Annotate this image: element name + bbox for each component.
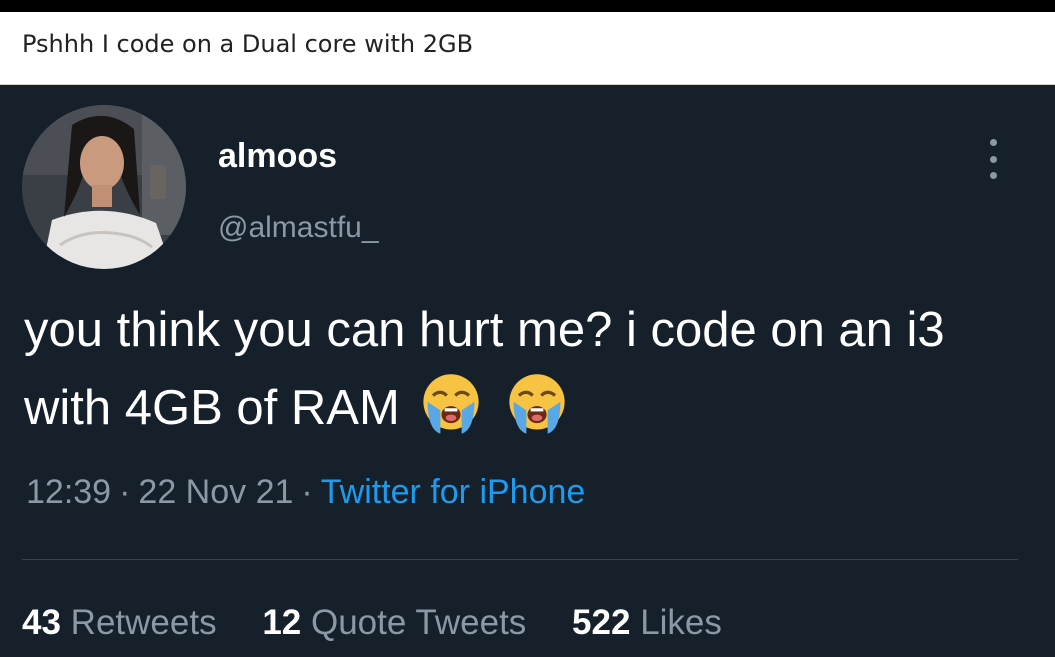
retweets-stat[interactable]: 43 Retweets <box>22 603 226 642</box>
likes-label: Likes <box>640 603 722 642</box>
likes-stat[interactable]: 522 Likes <box>572 603 722 642</box>
caption-text: Pshhh I code on a Dual core with 2GB <box>22 30 474 58</box>
quote-tweets-count: 12 <box>262 603 302 642</box>
loudly-crying-face-icon <box>423 374 480 434</box>
retweets-label: Retweets <box>70 603 217 642</box>
more-dot-icon <box>989 155 997 163</box>
divider <box>22 559 1018 560</box>
tweet-card[interactable]: almoos @almastfu_ you think you can hurt… <box>0 85 1055 657</box>
top-bar <box>0 0 1055 12</box>
retweets-count: 43 <box>22 603 61 642</box>
loudly-crying-face-icon <box>509 374 565 434</box>
meta-separator: · <box>119 473 131 511</box>
user-handle[interactable]: @almastfu_ <box>218 211 379 245</box>
tweet-stats: 43 Retweets 12 Quote Tweets 522 Likes <box>22 603 758 643</box>
tweet-source-link[interactable]: Twitter for iPhone <box>321 473 586 511</box>
more-dot-icon <box>989 139 997 146</box>
meta-separator: · <box>301 473 313 511</box>
display-name[interactable]: almoos <box>218 137 337 176</box>
tweet-text: you think you can hurt me? i code on an … <box>24 291 1034 447</box>
likes-count: 522 <box>572 603 631 642</box>
quote-tweets-stat[interactable]: 12 Quote Tweets <box>262 603 536 642</box>
tweet-time[interactable]: 12:39 <box>26 473 111 511</box>
caption-area: Pshhh I code on a Dual core with 2GB <box>0 12 1055 85</box>
avatar-photo <box>22 105 186 269</box>
tweet-date[interactable]: 22 Nov 21 <box>138 473 293 511</box>
tweet-body: you think you can hurt me? i code on an … <box>24 303 945 435</box>
more-options-button[interactable] <box>978 135 1008 183</box>
avatar[interactable] <box>22 105 186 269</box>
tweet-meta: 12:39 · 22 Nov 21 · Twitter for iPhone <box>26 473 585 512</box>
more-dot-icon <box>989 172 997 179</box>
quote-tweets-label: Quote Tweets <box>310 603 527 642</box>
